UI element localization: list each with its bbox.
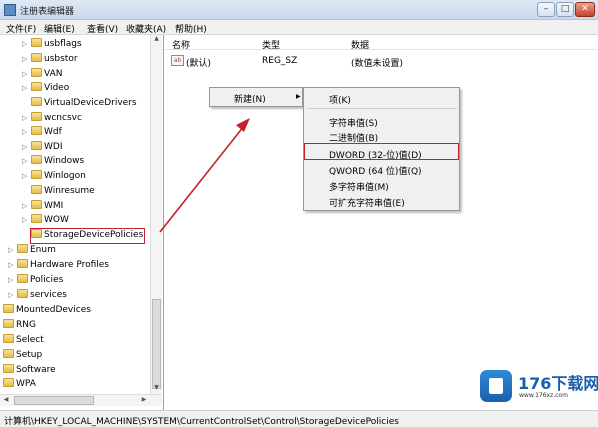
status-path: 计算机\HKEY_LOCAL_MACHINE\SYSTEM\CurrentCon… xyxy=(4,417,399,427)
annotation-arrow xyxy=(159,118,250,233)
watermark-url: www.176xz.com xyxy=(519,392,568,399)
status-bar: 计算机\HKEY_LOCAL_MACHINE\SYSTEM\CurrentCon… xyxy=(0,410,598,427)
annotation-arrow-head xyxy=(236,118,250,132)
site-logo-icon xyxy=(480,370,512,402)
annotation-arrow-line xyxy=(159,125,245,233)
watermark-title: 176下载网 xyxy=(518,374,598,393)
site-watermark: 176下载网 www.176xz.com xyxy=(478,366,598,410)
